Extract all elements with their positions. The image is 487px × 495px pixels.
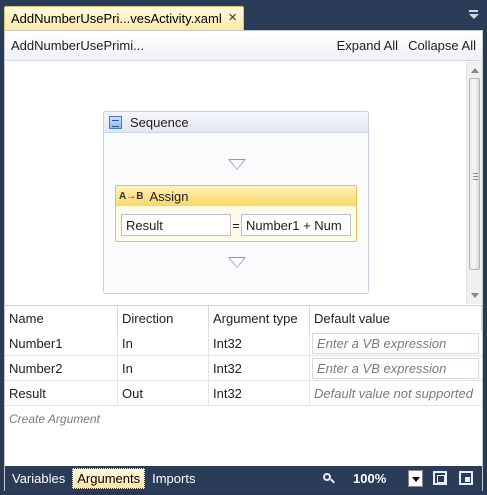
sequence-title: Sequence xyxy=(130,114,189,130)
assign-value-field[interactable]: Number1 + Num xyxy=(241,214,351,236)
tab-list-dropdown-icon[interactable] xyxy=(469,10,479,20)
arguments-header-row: Name Direction Argument type Default val… xyxy=(5,306,482,331)
assign-to-field[interactable]: Result xyxy=(121,214,231,236)
arguments-tab[interactable]: Arguments xyxy=(72,468,146,489)
document-tab-strip: AddNumberUsePri...vesActivity.xaml × xyxy=(0,0,487,30)
column-header-direction[interactable]: Direction xyxy=(118,306,209,331)
argument-direction[interactable]: In xyxy=(118,331,209,356)
argument-name[interactable]: Number1 xyxy=(5,331,118,356)
argument-direction[interactable]: Out xyxy=(118,381,209,406)
canvas-vertical-scrollbar[interactable] xyxy=(466,62,482,304)
assign-body: Result = Number1 + Num xyxy=(121,214,353,236)
zoom-icon[interactable] xyxy=(323,473,335,484)
table-row[interactable]: Number1 In Int32 Enter a VB expression xyxy=(5,331,482,356)
breadcrumb[interactable]: AddNumberUsePrimi... xyxy=(11,38,327,53)
default-value-input[interactable]: Enter a VB expression xyxy=(312,358,479,379)
column-header-default-value[interactable]: Default value xyxy=(310,306,482,331)
variables-tab[interactable]: Variables xyxy=(8,469,69,488)
column-header-name[interactable]: Name xyxy=(5,306,118,331)
sequence-header[interactable]: Sequence xyxy=(104,112,368,133)
argument-direction[interactable]: In xyxy=(118,356,209,381)
collapse-all-button[interactable]: Collapse All xyxy=(408,38,476,53)
create-argument-link[interactable]: Create Argument xyxy=(9,412,100,426)
assign-activity[interactable]: A→B Assign Result = Number1 + Num xyxy=(115,185,357,242)
assign-header[interactable]: A→B Assign xyxy=(116,186,356,206)
default-value-input[interactable]: Enter a VB expression xyxy=(312,333,479,354)
imports-tab[interactable]: Imports xyxy=(148,469,199,488)
sequence-activity[interactable]: Sequence A→B Assign Result = Number1 + N… xyxy=(103,111,369,294)
sequence-icon xyxy=(109,115,122,129)
designer-panel: AddNumberUsePrimi... Expand All Collapse… xyxy=(4,30,483,491)
assign-equals-sign: = xyxy=(232,217,240,233)
grip-icon xyxy=(473,173,478,182)
scroll-up-icon[interactable] xyxy=(471,68,479,73)
zoom-level: 100% xyxy=(353,471,387,486)
column-header-argument-type[interactable]: Argument type xyxy=(209,306,310,331)
table-row[interactable]: Number2 In Int32 Enter a VB expression xyxy=(5,356,482,381)
workflow-designer-window: AddNumberUsePri...vesActivity.xaml × Add… xyxy=(0,0,487,495)
assign-icon: A→B xyxy=(119,190,144,202)
designer-canvas[interactable]: Sequence A→B Assign Result = Number1 + N… xyxy=(5,62,482,304)
argument-name[interactable]: Number2 xyxy=(5,356,118,381)
assign-title: Assign xyxy=(149,188,189,204)
default-value-not-supported: Default value not supported xyxy=(314,386,473,401)
fit-to-screen-icon[interactable] xyxy=(433,471,447,485)
expand-all-button[interactable]: Expand All xyxy=(337,38,398,53)
designer-bottom-bar: Variables Arguments Imports 100% xyxy=(5,466,482,491)
argument-name[interactable]: Result xyxy=(5,381,118,406)
document-tab-title: AddNumberUsePri...vesActivity.xaml xyxy=(11,11,222,26)
overview-map-icon[interactable] xyxy=(459,471,473,485)
zoom-dropdown-icon[interactable] xyxy=(408,470,423,487)
argument-type[interactable]: Int32 xyxy=(209,356,310,381)
close-icon[interactable]: × xyxy=(228,10,237,26)
argument-default-cell: Default value not supported xyxy=(310,381,482,406)
argument-type[interactable]: Int32 xyxy=(209,381,310,406)
breadcrumb-bar: AddNumberUsePrimi... Expand All Collapse… xyxy=(5,31,482,61)
arguments-grid: Name Direction Argument type Default val… xyxy=(5,305,482,465)
scrollbar-thumb[interactable] xyxy=(469,78,480,270)
scroll-down-icon[interactable] xyxy=(471,293,479,298)
table-row[interactable]: Result Out Int32 Default value not suppo… xyxy=(5,381,482,406)
argument-type[interactable]: Int32 xyxy=(209,331,310,356)
document-tab[interactable]: AddNumberUsePri...vesActivity.xaml × xyxy=(4,6,244,30)
